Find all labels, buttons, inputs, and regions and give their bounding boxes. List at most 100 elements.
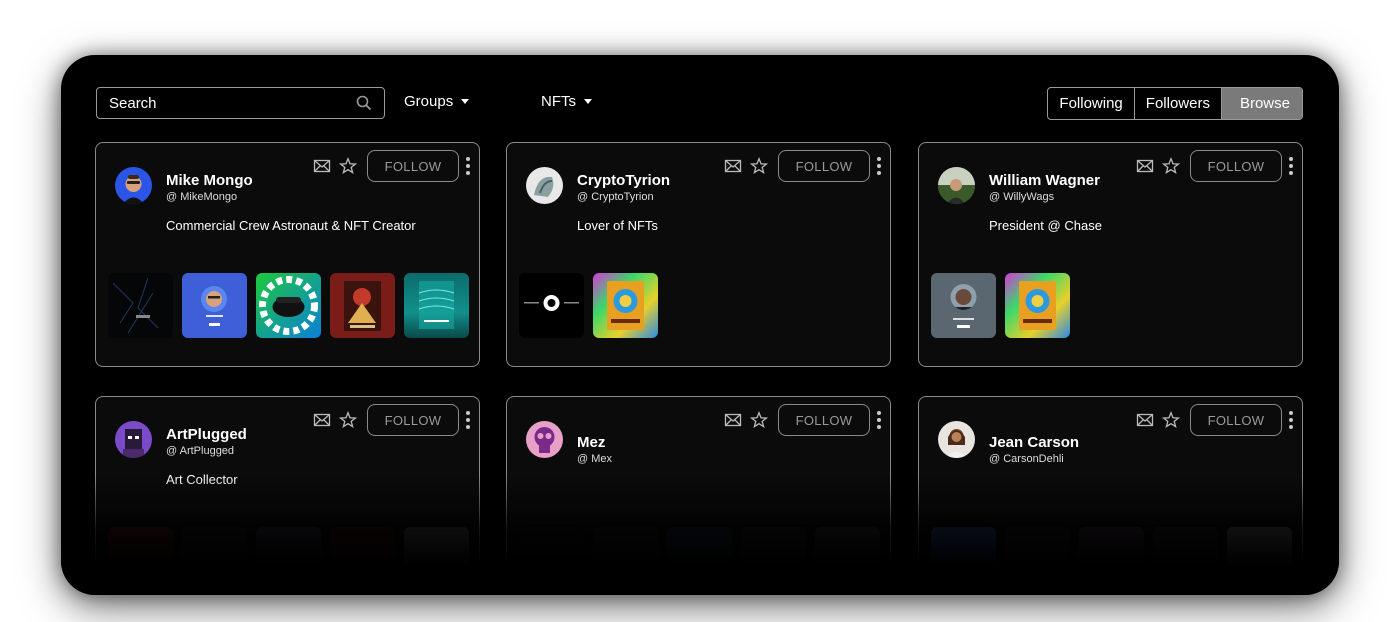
star-icon[interactable] [1162, 411, 1180, 429]
profile-bio: Art Collector [166, 472, 238, 487]
mail-icon[interactable] [1136, 157, 1154, 175]
mail-icon[interactable] [724, 157, 742, 175]
tab-following[interactable]: Following [1048, 88, 1135, 119]
more-options-icon[interactable] [876, 157, 882, 175]
profile-bio: Commercial Crew Astronaut & NFT Creator [166, 218, 416, 233]
follow-button[interactable]: FOLLOW [778, 404, 870, 436]
more-options-icon[interactable] [876, 411, 882, 429]
nft-thumbnail[interactable] [404, 527, 469, 592]
mail-icon[interactable] [313, 157, 331, 175]
nfts-label: NFTs [541, 93, 576, 110]
follow-button[interactable]: FOLLOW [778, 150, 870, 182]
nft-thumbnail[interactable] [404, 273, 469, 338]
profile-handle: @ CryptoTyrion [577, 191, 654, 203]
follow-button[interactable]: FOLLOW [367, 150, 459, 182]
avatar[interactable] [526, 167, 563, 204]
profile-bio: President @ Chase [989, 218, 1102, 233]
nft-thumbnail[interactable] [815, 527, 880, 592]
star-icon[interactable] [750, 157, 768, 175]
app-window: Search Groups NFTs Following Followers B… [61, 55, 1339, 595]
search-placeholder: Search [109, 94, 157, 112]
search-input[interactable]: Search [96, 87, 385, 119]
card-actions: FOLLOW [1136, 404, 1294, 436]
follow-button[interactable]: FOLLOW [367, 404, 459, 436]
profile-bio: Lover of NFTs [577, 218, 658, 233]
nft-thumbnail[interactable] [931, 527, 996, 592]
nft-thumbnail[interactable] [667, 527, 732, 592]
card-actions: FOLLOW [313, 404, 471, 436]
profile-card: Jean Carson @ CarsonDehli FOLLOW [918, 396, 1303, 595]
profile-card: William Wagner @ WillyWags President @ C… [918, 142, 1303, 367]
profile-name[interactable]: Jean Carson [989, 434, 1079, 451]
star-icon[interactable] [339, 411, 357, 429]
nfts-dropdown[interactable]: NFTs [541, 93, 592, 110]
profile-name[interactable]: Mez [577, 434, 605, 451]
nft-thumbnail[interactable] [256, 527, 321, 592]
nft-thumbnail[interactable] [593, 273, 658, 338]
profile-card: Mike Mongo @ MikeMongo Commercial Crew A… [95, 142, 480, 367]
nft-gallery [108, 527, 469, 592]
nft-thumbnail[interactable] [330, 273, 395, 338]
mail-icon[interactable] [724, 411, 742, 429]
profile-handle: @ MikeMongo [166, 191, 238, 203]
more-options-icon[interactable] [1288, 411, 1294, 429]
chevron-down-icon [461, 99, 470, 104]
tab-browse[interactable]: Browse [1221, 88, 1302, 119]
card-actions: FOLLOW [1136, 150, 1294, 182]
nft-thumbnail[interactable] [741, 527, 806, 592]
nft-thumbnail[interactable] [1005, 273, 1070, 338]
nft-gallery [931, 273, 1070, 338]
nft-thumbnail[interactable] [1079, 527, 1144, 592]
nft-thumbnail[interactable] [182, 273, 247, 338]
avatar[interactable] [938, 421, 975, 458]
avatar[interactable] [938, 167, 975, 204]
nft-thumbnail[interactable] [519, 527, 584, 592]
nft-gallery [931, 527, 1292, 592]
nft-thumbnail[interactable] [182, 527, 247, 592]
more-options-icon[interactable] [465, 411, 471, 429]
profile-card: CryptoTyrion @ CryptoTyrion Lover of NFT… [506, 142, 891, 367]
nft-gallery [519, 273, 658, 338]
nft-thumbnail[interactable] [108, 273, 173, 338]
avatar[interactable] [526, 421, 563, 458]
profile-handle: @ WillyWags [989, 191, 1055, 203]
profile-name[interactable]: Mike Mongo [166, 172, 253, 189]
tab-followers[interactable]: Followers [1135, 88, 1222, 119]
nft-thumbnail[interactable] [931, 273, 996, 338]
profile-name[interactable]: ArtPlugged [166, 426, 247, 443]
nft-thumbnail[interactable] [1153, 527, 1218, 592]
star-icon[interactable] [339, 157, 357, 175]
profile-handle: @ CarsonDehli [989, 453, 1064, 465]
profile-handle: @ Mex [577, 453, 613, 465]
groups-dropdown[interactable]: Groups [404, 93, 470, 110]
more-options-icon[interactable] [1288, 157, 1294, 175]
nft-thumbnail[interactable] [519, 273, 584, 338]
follow-button[interactable]: FOLLOW [1190, 404, 1282, 436]
nft-thumbnail[interactable] [1227, 527, 1292, 592]
follow-button[interactable]: FOLLOW [1190, 150, 1282, 182]
nft-gallery [108, 273, 469, 338]
more-options-icon[interactable] [465, 157, 471, 175]
nft-gallery [519, 527, 880, 592]
nft-thumbnail[interactable] [593, 527, 658, 592]
nft-thumbnail[interactable] [108, 527, 173, 592]
search-icon[interactable] [356, 95, 372, 111]
groups-label: Groups [404, 93, 454, 110]
profile-name[interactable]: CryptoTyrion [577, 172, 670, 189]
star-icon[interactable] [1162, 157, 1180, 175]
nft-thumbnail[interactable] [256, 273, 321, 338]
card-actions: FOLLOW [724, 150, 882, 182]
profile-card: Mez @ Mex FOLLOW [506, 396, 891, 595]
profile-card: ArtPlugged @ ArtPlugged Art Collector FO… [95, 396, 480, 595]
chevron-down-icon [584, 99, 592, 104]
view-tabs: Following Followers Browse [1047, 87, 1303, 120]
avatar[interactable] [115, 167, 152, 204]
avatar[interactable] [115, 421, 152, 458]
card-actions: FOLLOW [313, 150, 471, 182]
profile-name[interactable]: William Wagner [989, 172, 1100, 189]
nft-thumbnail[interactable] [1005, 527, 1070, 592]
nft-thumbnail[interactable] [330, 527, 395, 592]
mail-icon[interactable] [313, 411, 331, 429]
mail-icon[interactable] [1136, 411, 1154, 429]
star-icon[interactable] [750, 411, 768, 429]
